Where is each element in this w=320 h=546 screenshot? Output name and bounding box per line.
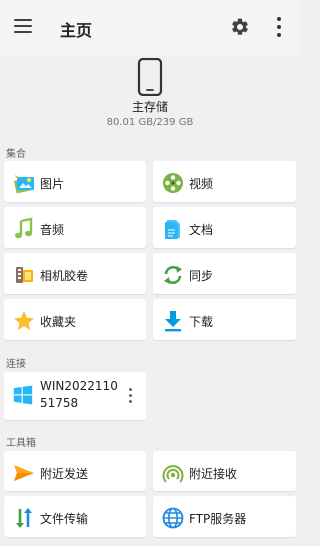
- tool-label: 附近接收: [189, 467, 238, 481]
- connection-label: WIN202211051758: [40, 379, 118, 410]
- storage-size: 80.01 GB/239 GB: [106, 117, 194, 128]
- collection-favorites[interactable]: 收藏夹: [4, 299, 146, 340]
- tool-file-transfer[interactable]: 文件传输: [4, 496, 146, 537]
- tool-ftp-server[interactable]: FTP服务器: [153, 496, 296, 537]
- collection-pictures[interactable]: 图片: [4, 161, 146, 202]
- collection-label: 文档: [189, 223, 214, 237]
- video-reel-icon: [163, 173, 183, 193]
- collection-downloads[interactable]: 下载: [153, 299, 296, 340]
- collection-label: 音频: [40, 223, 65, 237]
- collection-label: 收藏夹: [40, 315, 77, 329]
- collection-sync[interactable]: 同步: [153, 253, 296, 294]
- section-title-connections: 连接: [6, 359, 26, 370]
- receive-icon: [162, 465, 184, 483]
- camera-roll-icon: [16, 267, 33, 283]
- tool-nearby-receive[interactable]: 附近接收: [153, 451, 296, 491]
- download-icon: [165, 311, 181, 332]
- app-bar: 主页: [0, 0, 300, 56]
- send-icon: [14, 465, 34, 481]
- collection-documents[interactable]: 文档: [153, 207, 296, 248]
- collection-audio[interactable]: 音频: [4, 207, 146, 248]
- collection-label: 同步: [189, 269, 214, 283]
- tool-label: 附近发送: [40, 467, 89, 481]
- connection-more-icon[interactable]: [128, 388, 134, 406]
- main-storage[interactable]: 主存储 80.01 GB/239 GB: [0, 56, 300, 142]
- menu-icon[interactable]: [14, 19, 32, 35]
- globe-icon: [162, 507, 184, 529]
- gear-icon[interactable]: [230, 17, 250, 37]
- section-title-collections: 集合: [6, 149, 26, 160]
- collection-video[interactable]: 视频: [153, 161, 296, 202]
- collection-label: 视频: [189, 177, 214, 191]
- tool-nearby-send[interactable]: 附近发送: [4, 451, 146, 491]
- tool-label: 文件传输: [40, 512, 89, 526]
- star-icon: [14, 311, 34, 330]
- tool-label: FTP服务器: [189, 512, 247, 526]
- document-icon: [165, 220, 180, 239]
- more-options-icon[interactable]: [276, 17, 282, 37]
- transfer-icon: [16, 508, 32, 528]
- storage-name: 主存储: [131, 100, 168, 114]
- collection-camera-roll[interactable]: 相机胶卷: [4, 253, 146, 294]
- collection-label: 相机胶卷: [40, 269, 89, 283]
- connection-item[interactable]: WIN202211051758: [4, 372, 146, 420]
- collection-label: 图片: [40, 177, 65, 191]
- section-title-toolbox: 工具箱: [6, 438, 36, 449]
- pictures-icon: [14, 175, 34, 194]
- phone-icon: [137, 58, 163, 96]
- page-title: 主页: [60, 21, 93, 40]
- music-note-icon: [15, 217, 33, 239]
- windows-icon: [13, 385, 33, 405]
- collection-label: 下载: [189, 315, 214, 329]
- sync-icon: [164, 266, 182, 284]
